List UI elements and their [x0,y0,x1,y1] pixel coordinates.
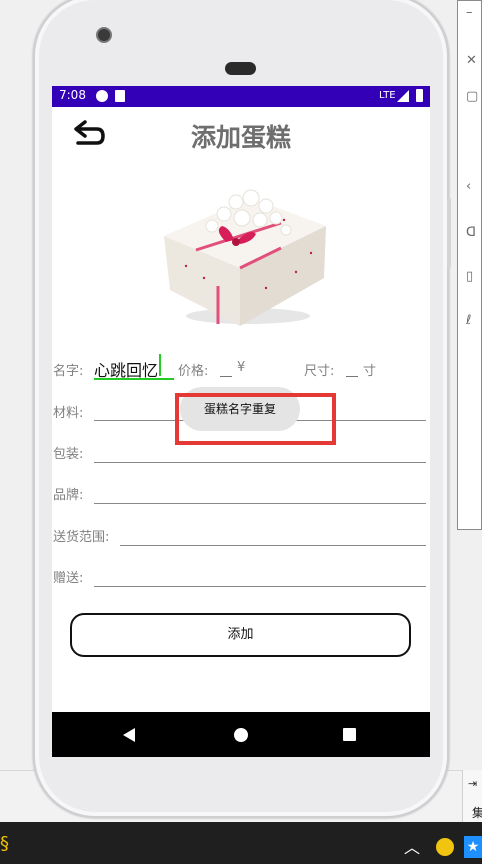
package-input[interactable] [94,462,426,463]
name-label: 名字: [53,364,84,379]
gift-label: 赠送: [53,571,84,586]
tool-icon[interactable]: ✕ [466,53,477,68]
front-camera [96,27,112,43]
status-bar: 7:08 LTE [52,86,430,107]
tool-icon[interactable]: ℓ [466,313,471,328]
status-time: 7:08 [59,88,86,102]
package-label: 包装: [53,447,84,462]
size-input[interactable] [346,376,358,377]
app-screen: 7:08 LTE 添加蛋糕 名字: 心跳回忆 价格: ¥ 尺寸: 寸 材料: 包… [52,86,430,757]
sd-card-icon [115,90,125,102]
name-input-underline [94,378,174,380]
delivery-input[interactable] [120,545,426,546]
brand-input[interactable] [94,503,426,504]
background-text: 集 [472,806,482,820]
price-label: 价格: [178,364,209,379]
page-title: 添加蛋糕 [190,123,291,152]
back-triangle-icon[interactable] [123,728,135,742]
taskbar-app-icon[interactable]: § [0,833,16,855]
text-cursor [159,354,161,376]
size-unit: 寸 [363,364,377,379]
delivery-label: 送货范围: [53,530,110,545]
notification-icon [96,90,108,102]
home-circle-icon[interactable] [234,728,248,742]
battery-icon [416,89,423,102]
tab-arrow-icon[interactable]: ⇥ [468,777,477,790]
tool-icon[interactable]: ▢ [466,89,478,104]
tray-expand-icon[interactable]: ︿ [404,834,420,858]
material-label: 材料: [53,406,84,421]
recents-square-icon[interactable] [343,728,356,741]
tray-app-icon[interactable] [436,838,454,856]
background-window: – ✕ ▢ ‹ ᗡ ▯ ℓ [457,0,482,530]
cake-image[interactable] [156,178,334,328]
tool-icon[interactable]: ᗡ [466,225,476,240]
tool-icon[interactable]: ‹ [466,179,471,194]
network-type: LTE [379,90,396,101]
minimize-icon[interactable]: – [466,5,473,20]
add-button[interactable]: 添加 [70,613,411,657]
phone-side-button[interactable] [447,198,451,268]
brand-label: 品牌: [53,488,84,503]
size-label: 尺寸: [304,364,335,379]
tool-icon[interactable]: ▯ [466,269,473,284]
navigation-bar [52,712,430,757]
highlight-box [175,393,336,445]
signal-icon [397,90,409,102]
gift-input[interactable] [94,586,426,587]
tray-star-icon[interactable]: ★ [464,836,482,858]
price-unit: ¥ [237,360,246,375]
earpiece-speaker [225,62,256,75]
price-input[interactable] [220,376,232,377]
